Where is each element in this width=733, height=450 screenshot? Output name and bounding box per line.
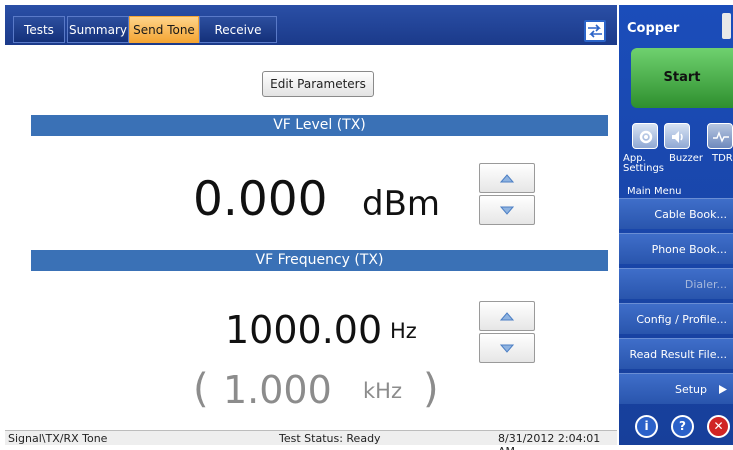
vf-level-increase-button[interactable] <box>479 163 535 193</box>
app-settings-label: App. Settings <box>623 154 664 174</box>
main-window: Tests Summary Send Tone Receive Tone Edi… <box>5 5 617 450</box>
help-button[interactable]: ? <box>671 415 694 438</box>
chevron-right-icon <box>719 385 727 394</box>
swap-view-button[interactable] <box>584 20 606 42</box>
status-bar: Signal\TX/RX Tone Test Status: Ready 8/3… <box>5 430 617 450</box>
battery-icon <box>722 13 731 39</box>
khz-open-paren: ( <box>193 366 209 412</box>
menu-dialer[interactable]: Dialer... <box>619 268 733 299</box>
buzzer-label: Buzzer <box>669 153 703 164</box>
khz-close-paren: ) <box>423 366 439 412</box>
main-menu-heading: Main Menu <box>627 186 682 197</box>
status-timestamp: 8/31/2012 2:04:01 AM <box>498 432 601 450</box>
tab-send-tone[interactable]: Send Tone <box>129 16 199 43</box>
status-test-state: Test Status: Ready <box>279 432 381 445</box>
help-icon: ? <box>679 419 686 433</box>
vf-frequency-increase-button[interactable] <box>479 301 535 331</box>
status-test-path: Signal\TX/RX Tone <box>8 432 108 445</box>
triangle-up-icon <box>500 174 514 183</box>
triangle-down-icon <box>500 206 514 215</box>
tab-tests[interactable]: Tests <box>13 16 65 43</box>
vf-frequency-decrease-button[interactable] <box>479 333 535 363</box>
tdr-button[interactable] <box>707 123 733 149</box>
vf-frequency-header: VF Frequency (TX) <box>31 250 608 271</box>
menu-read-result-file[interactable]: Read Result File... <box>619 338 733 369</box>
app-settings-button[interactable] <box>632 123 658 149</box>
app-settings-label-line2: Settings <box>623 163 665 174</box>
triangle-down-icon <box>500 344 514 353</box>
close-button[interactable]: ✕ <box>707 415 730 438</box>
vf-frequency-unit: Hz <box>390 319 417 343</box>
vf-level-header: VF Level (TX) <box>31 115 608 136</box>
menu-phone-book[interactable]: Phone Book... <box>619 233 733 264</box>
waveform-icon <box>713 131 729 143</box>
swap-arrows-icon <box>588 24 602 38</box>
info-button[interactable]: i <box>635 415 658 438</box>
buzzer-button[interactable] <box>664 123 690 149</box>
menu-config-profile[interactable]: Config / Profile... <box>619 303 733 334</box>
vf-frequency-khz-value: 1.000 <box>223 368 332 412</box>
wrench-icon <box>639 130 653 144</box>
vf-level-value: 0.000 <box>193 172 328 227</box>
vf-level-unit: dBm <box>362 184 441 224</box>
vf-frequency-value: 1000.00 <box>225 308 383 352</box>
tab-receive-tone[interactable]: Receive Tone <box>199 16 277 64</box>
start-button[interactable]: Start <box>631 48 733 108</box>
vf-frequency-khz-unit: kHz <box>363 379 402 403</box>
close-icon: ✕ <box>713 419 724 433</box>
menu-setup-label: Setup <box>674 383 707 396</box>
panel-title: Copper <box>627 21 680 36</box>
send-tone-content: Edit Parameters VF Level (TX) 0.000 dBm … <box>5 45 617 430</box>
tdr-label: TDR <box>712 153 733 164</box>
menu-setup[interactable]: Setup <box>619 373 733 404</box>
tab-summary[interactable]: Summary <box>67 16 129 43</box>
tab-bar: Tests Summary Send Tone Receive Tone <box>5 5 617 64</box>
triangle-up-icon <box>500 312 514 321</box>
info-icon: i <box>644 419 649 433</box>
right-panel: Copper Start App. Settings Buzzer TDR Ma… <box>619 5 733 445</box>
speaker-icon <box>672 131 683 143</box>
vf-level-decrease-button[interactable] <box>479 195 535 225</box>
edit-parameters-button[interactable]: Edit Parameters <box>262 71 374 97</box>
menu-cable-book[interactable]: Cable Book... <box>619 198 733 229</box>
